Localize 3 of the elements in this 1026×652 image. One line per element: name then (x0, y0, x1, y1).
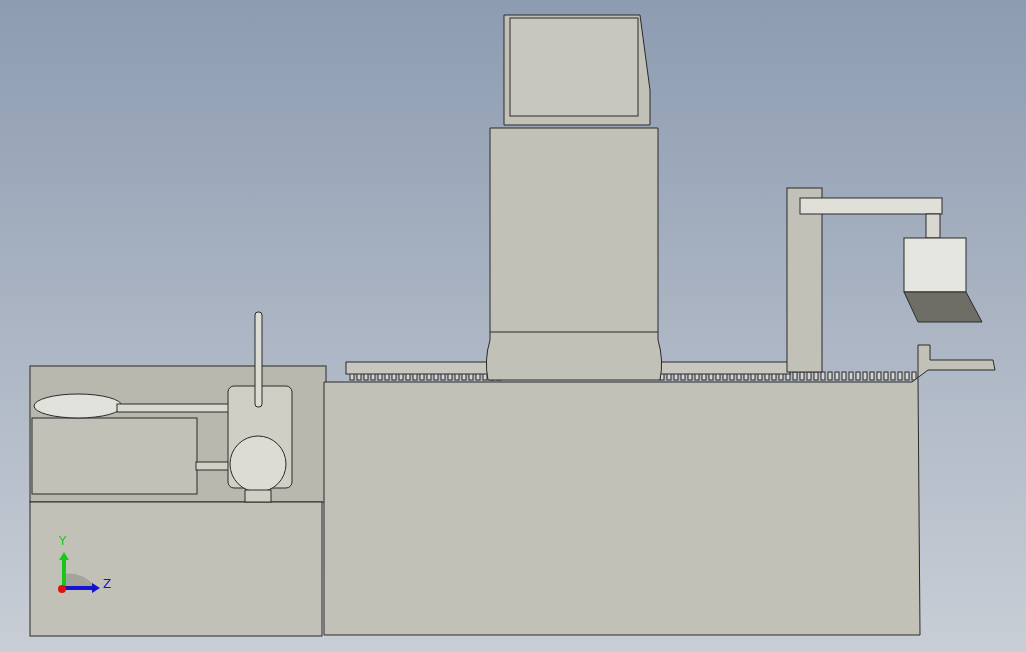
axis-label: Z (103, 577, 112, 591)
axis-label: Y (59, 534, 67, 548)
origin-dot-icon (58, 585, 66, 593)
